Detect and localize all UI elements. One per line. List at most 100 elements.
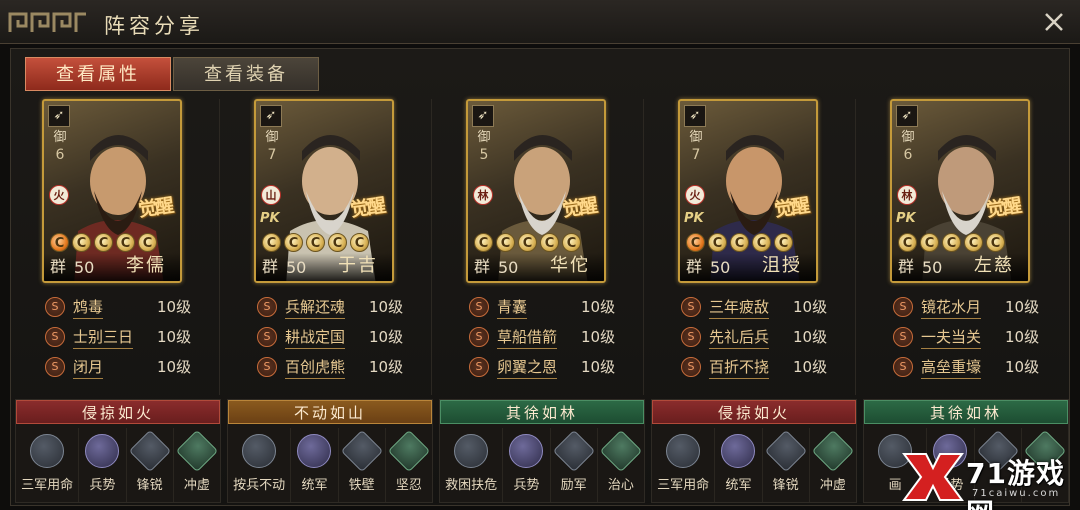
strategy-item[interactable]: 铁壁	[339, 428, 386, 502]
skill-name[interactable]: 三年疲敌	[709, 296, 770, 319]
column-divider	[855, 99, 856, 395]
hero-column: ➶ 御 5 林觉醒 C C C C C 群 50 华佗 S 青囊 10级 S 草船借箭 10级 S 卵翼之恩 10级	[435, 99, 637, 395]
watermark-url: 71caiwu.com	[972, 488, 1061, 499]
skill-name[interactable]: 卵翼之恩	[497, 356, 558, 379]
defense-label: 御	[265, 130, 279, 145]
strategy-item[interactable]: 兵势	[79, 428, 127, 502]
star-icon: C	[774, 233, 793, 252]
tab-attributes[interactable]: 查看属性	[25, 57, 171, 91]
skill-level: 10级	[581, 328, 616, 346]
skill-name[interactable]: 百折不挠	[709, 356, 770, 379]
skill-list: S 镜花水月 10级 S 一夫当关 10级 S 高垒重壕 10级	[881, 293, 1051, 383]
strategy-item[interactable]: 治心	[598, 428, 644, 502]
skill-level: 10级	[581, 298, 616, 316]
star-rank: CCCCC	[262, 233, 369, 253]
skill-row: S 青囊 10级	[457, 293, 627, 323]
strategy-item[interactable]: 冲虚	[810, 428, 856, 502]
strategy-icon	[340, 429, 383, 473]
skill-name[interactable]: 耕战定国	[285, 326, 346, 349]
skill-level: 10级	[369, 298, 404, 316]
skill-name[interactable]: 青囊	[497, 296, 528, 319]
hero-camp: 群	[262, 257, 279, 276]
strategy-icon	[721, 434, 756, 468]
tab-equipment[interactable]: 查看装备	[173, 57, 319, 91]
watermark-text: 71游戏网	[966, 457, 1065, 510]
strategy-item[interactable]: 统军	[291, 428, 339, 502]
close-icon[interactable]	[1042, 10, 1066, 34]
column-divider	[431, 99, 432, 395]
hero-card[interactable]: ➶ 御 5 林觉醒 C C C C C 群 50 华佗	[466, 99, 606, 283]
strategy-items: 救困扶危 兵势 励军 治心	[440, 428, 644, 502]
star-icon: C	[942, 233, 961, 252]
skill-name[interactable]: 士别三日	[73, 326, 134, 349]
strategy-item[interactable]: 励军	[551, 428, 598, 502]
strategy-item[interactable]: 锋锐	[127, 428, 174, 502]
skill-s-icon: S	[893, 297, 913, 317]
skill-s-icon: S	[257, 327, 277, 347]
skill-name[interactable]: 兵解还魂	[285, 296, 346, 319]
faction-badge: 林	[897, 185, 917, 205]
strategy-label: 锋锐	[772, 478, 799, 493]
skill-name[interactable]: 闭月	[73, 356, 104, 379]
skill-name[interactable]: 百创虎熊	[285, 356, 346, 379]
strategy-item[interactable]: 救困扶危	[440, 428, 504, 502]
awakened-badge: 觉醒	[772, 194, 810, 222]
skill-row: S 耕战定国 10级	[245, 323, 415, 353]
strategy-icon	[666, 434, 701, 468]
skill-name[interactable]: 先礼后兵	[709, 326, 770, 349]
star-icon: C	[686, 233, 705, 252]
strategy-label: 统军	[725, 478, 752, 493]
strategy-item[interactable]: 锋锐	[763, 428, 810, 502]
star-icon: C	[474, 233, 493, 252]
skill-name[interactable]: 鸩毒	[73, 296, 104, 319]
skill-row: S 三年疲敌 10级	[669, 293, 839, 323]
hero-name: 左慈	[974, 255, 1014, 276]
strategy-item[interactable]: 冲虚	[174, 428, 220, 502]
hero-card[interactable]: ➶ 御 7 山 PK 觉醒 C C C C C 群 50 于吉	[254, 99, 394, 283]
skill-row: S 士别三日 10级	[33, 323, 203, 353]
hero-card[interactable]: ➶ 御 6 林 PK 觉醒 C C C C C 群 50 左慈	[890, 99, 1030, 283]
skill-name[interactable]: 高垒重壕	[921, 356, 982, 379]
strategy-item[interactable]: 坚忍	[386, 428, 432, 502]
lineup-panel: 查看属性 查看装备 ➶ 御 6 火觉醒 C C C C C 群 50 李儒 S 鸩毒 10级 S 士别三日 10级…	[10, 48, 1070, 506]
hero-card[interactable]: ➶ 御 7 火 PK 觉醒 C C C C C 群 50 沮授	[678, 99, 818, 283]
skill-s-icon: S	[681, 297, 701, 317]
skill-row: S 百创虎熊 10级	[245, 353, 415, 383]
skill-row: S 草船借箭 10级	[457, 323, 627, 353]
skill-name[interactable]: 镜花水月	[921, 296, 982, 319]
skill-level: 10级	[157, 328, 192, 346]
skill-row: S 百折不挠 10级	[669, 353, 839, 383]
star-icon: C	[986, 233, 1005, 252]
hero-column: ➶ 御 7 火 PK 觉醒 C C C C C 群 50 沮授 S 三年疲敌 10级 S 先礼后兵 10级 S 百折不挠 1…	[647, 99, 849, 395]
hero-column: ➶ 御 6 林 PK 觉醒 C C C C C 群 50 左慈 S 镜花水月 10级 S 一夫当关 10级 S 高垒重壕 1…	[859, 99, 1061, 395]
strategy-item[interactable]: 按兵不动	[228, 428, 292, 502]
pk-badge: PK	[260, 211, 280, 226]
strategy-label: 三军用命	[657, 478, 710, 493]
strategy-icon	[387, 429, 431, 473]
defense-value: 7	[691, 147, 701, 163]
defense-label: 御	[53, 130, 67, 145]
star-icon: C	[94, 233, 113, 252]
site-watermark: 71游戏网 71caiwu.com	[880, 444, 1080, 510]
hero-camp: 群	[686, 257, 703, 276]
strategy-item[interactable]: 三军用命	[652, 428, 716, 502]
strategy-item[interactable]: 三军用命	[16, 428, 80, 502]
awakened-badge: 觉醒	[136, 194, 174, 222]
skill-row: S 高垒重壕 10级	[881, 353, 1051, 383]
strategy-item[interactable]: 统军	[715, 428, 763, 502]
hero-camp: 群	[50, 257, 67, 276]
strategy-icon	[30, 434, 65, 468]
skill-level: 10级	[1005, 328, 1040, 346]
strategy-item[interactable]: 兵势	[503, 428, 551, 502]
hero-name: 李儒	[126, 255, 166, 276]
hero-card[interactable]: ➶ 御 6 火觉醒 C C C C C 群 50 李儒	[42, 99, 182, 283]
strategy-set: 侵掠如火 三军用命 兵势 锋锐 冲虚	[15, 399, 221, 503]
hero-level: 50	[286, 258, 307, 277]
skill-name[interactable]: 草船借箭	[497, 326, 558, 349]
strategy-icon	[811, 429, 855, 473]
pk-badge: PK	[896, 211, 916, 226]
skill-list: S 兵解还魂 10级 S 耕战定国 10级 S 百创虎熊 10级	[245, 293, 415, 383]
star-icon: C	[116, 233, 135, 252]
hero-name: 华佗	[550, 255, 590, 276]
skill-name[interactable]: 一夫当关	[921, 326, 982, 349]
